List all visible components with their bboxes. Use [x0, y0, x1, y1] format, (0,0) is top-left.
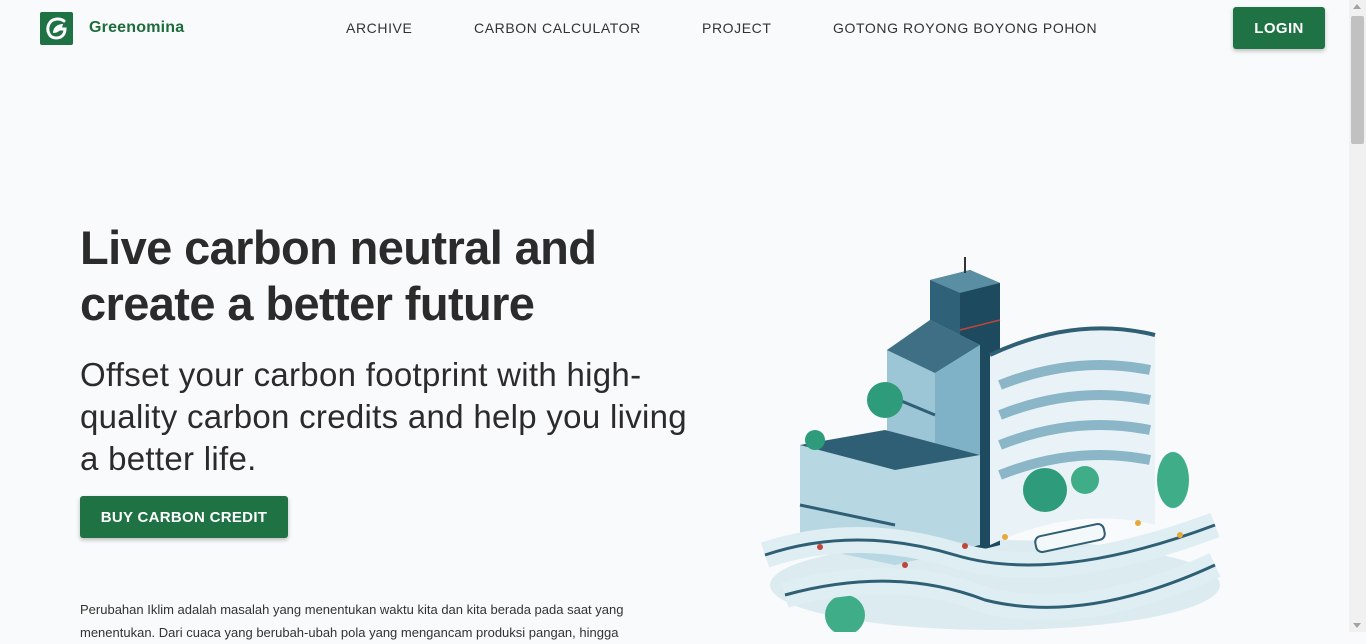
buy-carbon-credit-button[interactable]: BUY CARBON CREDIT — [80, 496, 288, 538]
brand-name[interactable]: Greenomina — [89, 19, 184, 37]
page-scrollbar[interactable] — [1349, 0, 1366, 632]
scroll-up-arrow-icon[interactable] — [1353, 4, 1361, 9]
nav-gotong-royong[interactable]: GOTONG ROYONG BOYONG POHON — [833, 20, 1097, 36]
scrollbar-thumb[interactable] — [1351, 16, 1364, 144]
hero-body-text: Perubahan Iklim adalah masalah yang mene… — [80, 602, 624, 640]
top-navbar: Greenomina ARCHIVE CARBON CALCULATOR PRO… — [0, 0, 1349, 58]
logo-icon[interactable] — [40, 12, 73, 45]
nav-carbon-calculator[interactable]: CARBON CALCULATOR — [474, 20, 641, 36]
login-button[interactable]: LOGIN — [1233, 7, 1325, 49]
nav-project[interactable]: PROJECT — [702, 20, 772, 36]
hero-title: Live carbon neutral and create a better … — [80, 221, 597, 330]
scroll-down-arrow-icon[interactable] — [1353, 623, 1361, 628]
hero-subtitle: Offset your carbon footprint with high-q… — [80, 356, 687, 477]
nav-archive[interactable]: ARCHIVE — [346, 20, 412, 36]
city-illustration — [760, 257, 1221, 632]
